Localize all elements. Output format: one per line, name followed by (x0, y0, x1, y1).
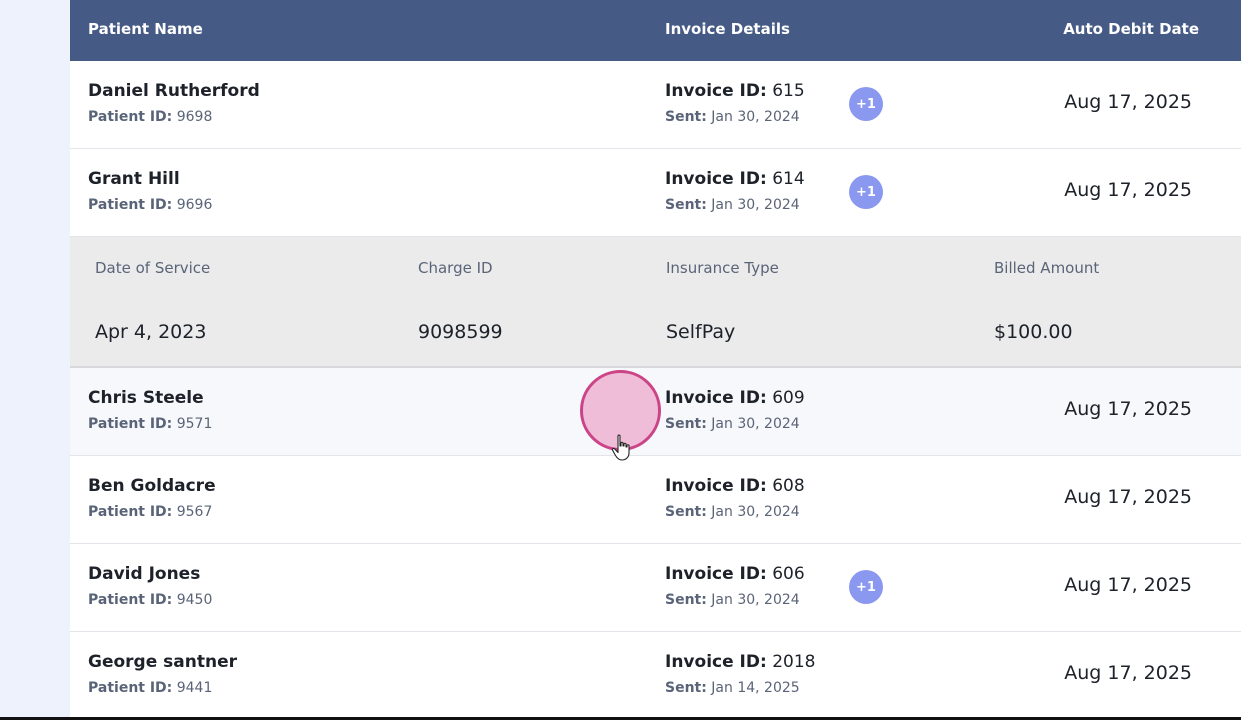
auto-debit-date: Aug 17, 2025 (1064, 486, 1192, 508)
invoice-sent-date: Sent: Jan 14, 2025 (665, 680, 800, 696)
invoice-sent-date: Sent: Jan 30, 2024 (665, 109, 800, 125)
additional-invoices-badge[interactable]: +1 (849, 175, 883, 209)
auto-debit-date: Aug 17, 2025 (1064, 662, 1192, 684)
invoice-id: Invoice ID: 615 (665, 81, 805, 101)
hand-pointer-icon (611, 434, 630, 461)
patient-name: Daniel Rutherford (88, 81, 260, 101)
table-header: Patient Name Invoice Details Auto Debit … (70, 0, 1241, 61)
invoice-id: Invoice ID: 2018 (665, 652, 816, 672)
left-sidebar-strip (0, 0, 70, 717)
patient-name: David Jones (88, 564, 201, 584)
detail-billed-amount: $100.00 (994, 321, 1073, 343)
patient-id: Patient ID: 9441 (88, 680, 213, 696)
patient-id: Patient ID: 9698 (88, 109, 213, 125)
invoice-sent-date: Sent: Jan 30, 2024 (665, 416, 800, 432)
invoice-id: Invoice ID: 606 (665, 564, 805, 584)
additional-invoices-badge[interactable]: +1 (849, 87, 883, 121)
patient-name: George santner (88, 652, 237, 672)
detail-header-billed-amount: Billed Amount (994, 259, 1100, 277)
auto-debit-date: Aug 17, 2025 (1064, 91, 1192, 113)
detail-charge-id: 9098599 (418, 321, 503, 343)
auto-debit-date: Aug 17, 2025 (1064, 179, 1192, 201)
auto-debit-date: Aug 17, 2025 (1064, 398, 1192, 420)
patient-id: Patient ID: 9450 (88, 592, 213, 608)
table-row[interactable]: Grant Hill Patient ID: 9696 Invoice ID: … (70, 149, 1241, 237)
patient-id: Patient ID: 9696 (88, 197, 213, 213)
table-row[interactable]: David Jones Patient ID: 9450 Invoice ID:… (70, 544, 1241, 632)
detail-date-of-service: Apr 4, 2023 (95, 321, 207, 343)
detail-header-charge-id: Charge ID (418, 259, 493, 277)
column-header-auto-debit-date[interactable]: Auto Debit Date (1063, 20, 1199, 38)
invoice-id: Invoice ID: 609 (665, 388, 805, 408)
auto-debit-date: Aug 17, 2025 (1064, 574, 1192, 596)
column-header-invoice-details[interactable]: Invoice Details (665, 20, 790, 38)
charge-detail-panel: Date of Service Charge ID Insurance Type… (70, 237, 1241, 368)
invoices-table: Patient Name Invoice Details Auto Debit … (70, 0, 1241, 717)
invoice-id: Invoice ID: 608 (665, 476, 805, 496)
table-row[interactable]: Ben Goldacre Patient ID: 9567 Invoice ID… (70, 456, 1241, 544)
patient-name: Grant Hill (88, 169, 180, 189)
patient-id: Patient ID: 9571 (88, 416, 213, 432)
invoice-sent-date: Sent: Jan 30, 2024 (665, 592, 800, 608)
invoice-id: Invoice ID: 614 (665, 169, 805, 189)
detail-header-insurance-type: Insurance Type (666, 259, 779, 277)
invoice-sent-date: Sent: Jan 30, 2024 (665, 504, 800, 520)
table-row[interactable]: Daniel Rutherford Patient ID: 9698 Invoi… (70, 61, 1241, 149)
detail-header-date-of-service: Date of Service (95, 259, 211, 277)
patient-id: Patient ID: 9567 (88, 504, 213, 520)
patient-name: Ben Goldacre (88, 476, 216, 496)
invoice-sent-date: Sent: Jan 30, 2024 (665, 197, 800, 213)
additional-invoices-badge[interactable]: +1 (849, 570, 883, 604)
patient-name: Chris Steele (88, 388, 204, 408)
detail-insurance-type: SelfPay (666, 321, 736, 343)
column-header-patient-name[interactable]: Patient Name (88, 20, 203, 38)
table-row[interactable]: George santner Patient ID: 9441 Invoice … (70, 632, 1241, 717)
